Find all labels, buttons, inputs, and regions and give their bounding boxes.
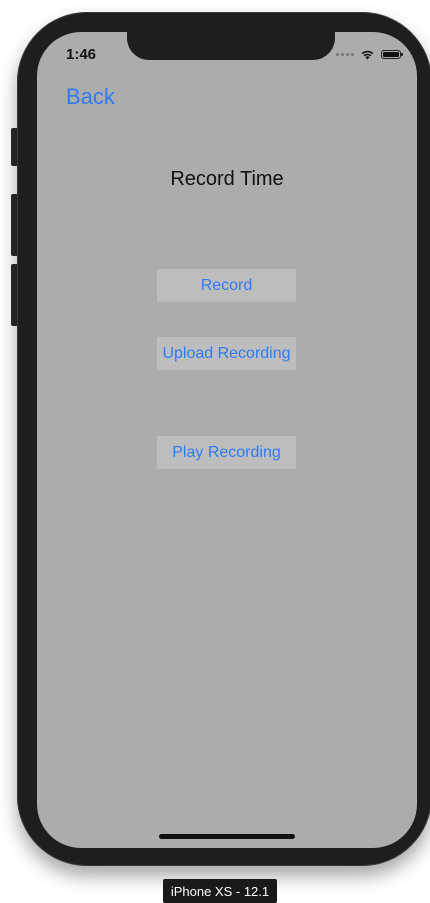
play-recording-button[interactable]: Play Recording bbox=[157, 436, 296, 469]
record-button[interactable]: Record bbox=[157, 269, 296, 302]
upload-recording-button[interactable]: Upload Recording bbox=[157, 337, 296, 370]
signal-dots-icon bbox=[336, 53, 354, 56]
back-button[interactable]: Back bbox=[66, 84, 115, 110]
notch bbox=[127, 32, 335, 60]
wifi-icon bbox=[361, 50, 374, 60]
phone-screen: 1:46 Back Record Time Record Upload Reco… bbox=[37, 32, 417, 848]
status-icons bbox=[336, 49, 403, 60]
device-label: iPhone XS - 12.1 bbox=[163, 879, 277, 903]
simulator-stage: 1:46 Back Record Time Record Upload Reco… bbox=[0, 0, 430, 903]
battery-icon bbox=[381, 50, 403, 59]
page-title: Record Time bbox=[170, 168, 284, 190]
status-time: 1:46 bbox=[66, 46, 97, 63]
home-indicator[interactable] bbox=[159, 834, 295, 839]
